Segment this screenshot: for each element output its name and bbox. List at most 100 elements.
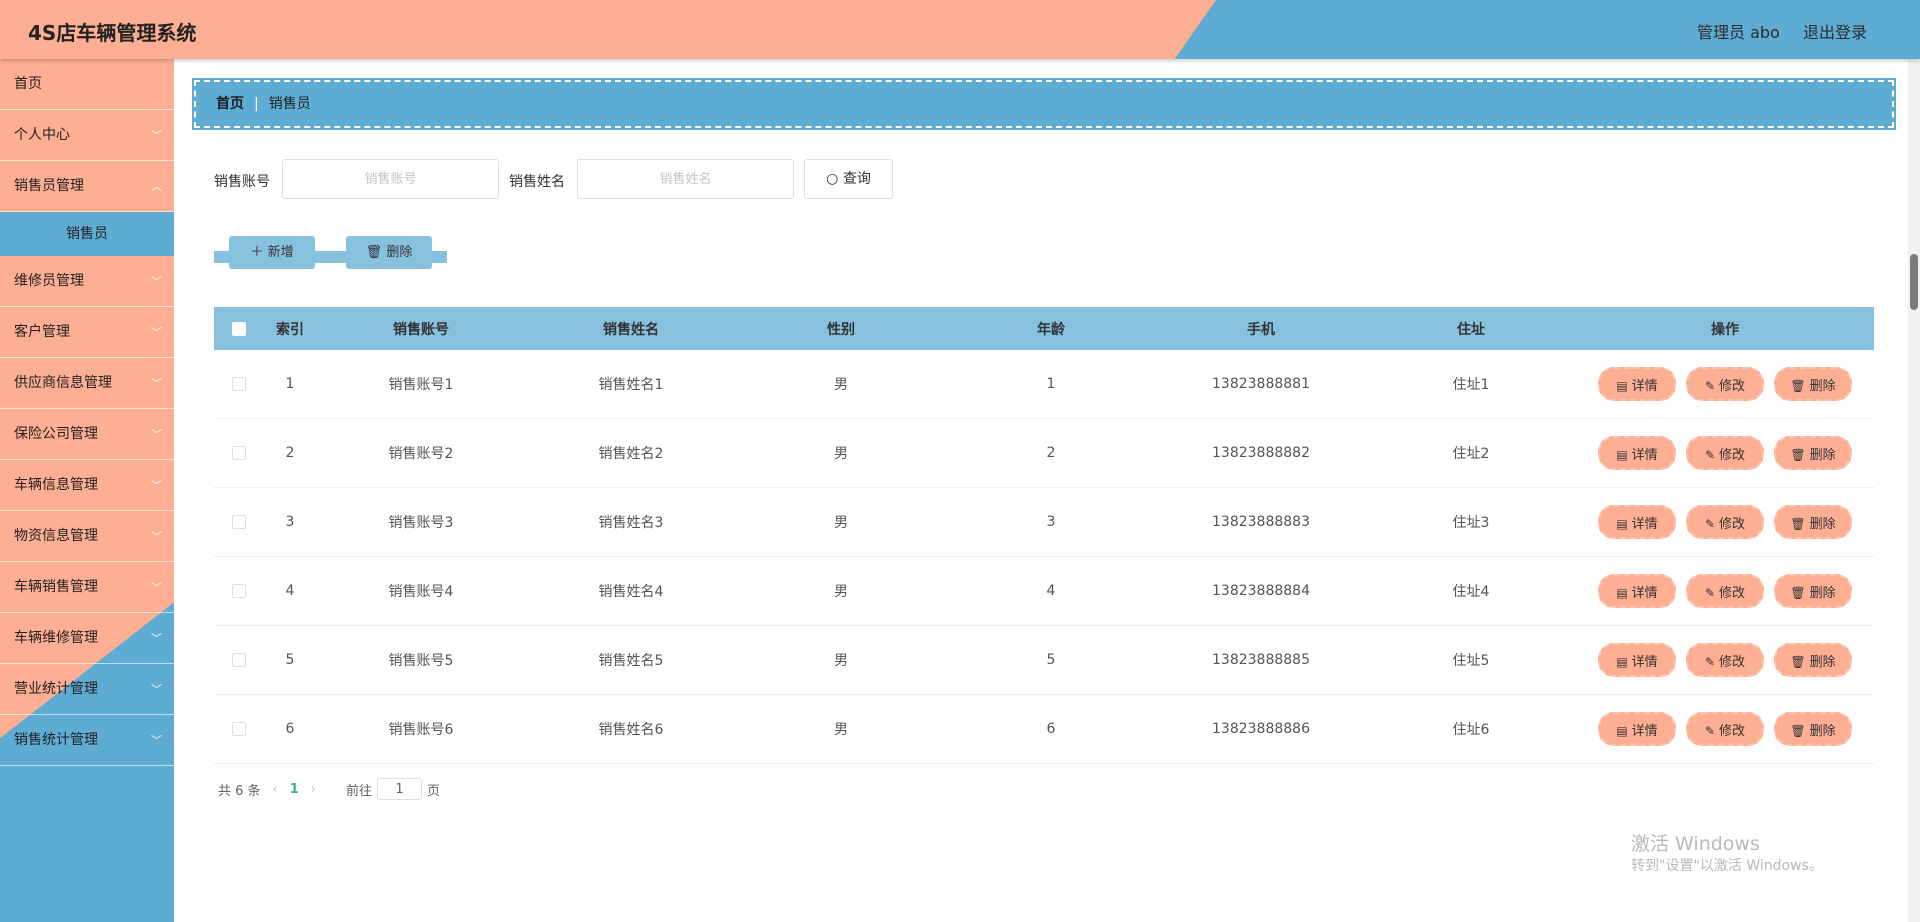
header-name: 销售姓名 bbox=[603, 321, 659, 338]
sidebar-item-label: 车辆销售管理 bbox=[14, 579, 98, 595]
detail-button[interactable]: ▤ 详情 bbox=[1598, 367, 1676, 401]
sidebar-item-material-info[interactable]: 物资信息管理 ﹀ bbox=[0, 511, 174, 562]
breadcrumb-home[interactable]: 首页 bbox=[216, 96, 244, 112]
detail-button[interactable]: ▤ 详情 bbox=[1598, 712, 1676, 746]
row-checkbox[interactable] bbox=[232, 446, 246, 460]
chevron-down-icon: ﹀ bbox=[151, 129, 162, 142]
cell-gender: 男 bbox=[834, 584, 848, 600]
sidebar-item-sales-stats[interactable]: 销售统计管理 ﹀ bbox=[0, 715, 174, 766]
account-search-input[interactable] bbox=[282, 159, 499, 199]
delete-button[interactable]: 🗑 删除 bbox=[1774, 367, 1852, 401]
sidebar-item-salesperson-management[interactable]: 销售员管理 ︿ bbox=[0, 161, 174, 212]
chevron-down-icon: ﹀ bbox=[151, 428, 162, 441]
sidebar-item-business-stats[interactable]: 营业统计管理 ﹀ bbox=[0, 664, 174, 715]
sidebar-subitem-salesperson[interactable]: 销售员 bbox=[0, 212, 174, 256]
name-search-input[interactable] bbox=[577, 159, 794, 199]
detail-button-label: 详情 bbox=[1631, 724, 1658, 739]
cell-index: 3 bbox=[285, 514, 295, 530]
account-search-label: 销售账号 bbox=[214, 174, 270, 190]
delete-button[interactable]: 🗑 删除 bbox=[1774, 643, 1852, 677]
cell-operations: ▤ 详情 ✎ 修改 🗑 删除 bbox=[1576, 505, 1874, 539]
cell-operations: ▤ 详情 ✎ 修改 🗑 删除 bbox=[1576, 643, 1874, 677]
cell-age: 3 bbox=[1046, 514, 1056, 530]
sidebar-item-vehicle-info[interactable]: 车辆信息管理 ﹀ bbox=[0, 460, 174, 511]
delete-button-label: 删除 bbox=[1809, 586, 1836, 601]
current-user-label: 管理员 abo bbox=[1697, 23, 1780, 42]
delete-button[interactable]: 🗑 删除 bbox=[1774, 436, 1852, 470]
select-all-cell bbox=[214, 321, 264, 336]
cell-address: 住址6 bbox=[1452, 722, 1490, 738]
edit-button-label: 修改 bbox=[1719, 724, 1746, 739]
cell-operations: ▤ 详情 ✎ 修改 🗑 删除 bbox=[1576, 367, 1874, 401]
cell-name: 销售姓名6 bbox=[598, 722, 664, 738]
edit-button[interactable]: ✎ 修改 bbox=[1686, 712, 1764, 746]
edit-button[interactable]: ✎ 修改 bbox=[1686, 436, 1764, 470]
row-checkbox[interactable] bbox=[232, 584, 246, 598]
goto-page-input[interactable] bbox=[377, 778, 423, 800]
sidebar-menu: 首页 个人中心 ﹀ 销售员管理 ︿ 销售员 维修员管理 ﹀ 客户管理 ﹀ 供应商… bbox=[0, 59, 174, 922]
delete-button[interactable]: 🗑 删除 bbox=[1774, 505, 1852, 539]
logout-link[interactable]: 退出登录 bbox=[1803, 19, 1867, 43]
cell-age: 6 bbox=[1046, 721, 1056, 737]
sidebar-item-vehicle-sales[interactable]: 车辆销售管理 ﹀ bbox=[0, 562, 174, 613]
detail-button[interactable]: ▤ 详情 bbox=[1598, 436, 1676, 470]
header-operations: 操作 bbox=[1711, 321, 1739, 338]
detail-button[interactable]: ▤ 详情 bbox=[1598, 574, 1676, 608]
row-select-cell bbox=[214, 446, 264, 460]
name-search-label: 销售姓名 bbox=[509, 174, 565, 190]
cell-operations: ▤ 详情 ✎ 修改 🗑 删除 bbox=[1576, 712, 1874, 746]
trash-icon: 🗑 bbox=[1790, 379, 1806, 393]
row-checkbox[interactable] bbox=[232, 653, 246, 667]
table-row: 3 销售账号3 销售姓名3 男 3 13823888883 住址3 ▤ 详情 ✎ 修改 🗑 删除 bbox=[214, 488, 1874, 557]
row-checkbox[interactable] bbox=[232, 722, 246, 736]
edit-button[interactable]: ✎ 修改 bbox=[1686, 643, 1764, 677]
query-button-label: 查询 bbox=[842, 171, 871, 187]
edit-button-label: 修改 bbox=[1719, 655, 1746, 670]
cell-account: 销售账号1 bbox=[388, 377, 454, 393]
page-number-current[interactable]: 1 bbox=[290, 782, 299, 797]
add-button-label: 新增 bbox=[267, 245, 294, 260]
document-icon: ▤ bbox=[1616, 586, 1628, 600]
table-row: 4 销售账号4 销售姓名4 男 4 13823888884 住址4 ▤ 详情 ✎ 修改 🗑 删除 bbox=[214, 557, 1874, 626]
sidebar-item-home[interactable]: 首页 bbox=[0, 59, 174, 110]
page-scrollbar[interactable] bbox=[1908, 59, 1920, 922]
batch-delete-button[interactable]: 🗑 删除 bbox=[346, 236, 432, 269]
prev-page-icon[interactable]: ‹ bbox=[273, 782, 278, 797]
table-row: 6 销售账号6 销售姓名6 男 6 13823888886 住址6 ▤ 详情 ✎ 修改 🗑 删除 bbox=[214, 695, 1874, 764]
sidebar-item-supplier-management[interactable]: 供应商信息管理 ﹀ bbox=[0, 358, 174, 409]
trash-icon: 🗑 bbox=[365, 245, 383, 260]
scrollbar-thumb[interactable] bbox=[1910, 254, 1918, 310]
cell-address: 住址2 bbox=[1452, 446, 1490, 462]
sidebar-item-label: 保险公司管理 bbox=[14, 426, 98, 442]
next-page-icon[interactable]: › bbox=[311, 782, 316, 797]
detail-button[interactable]: ▤ 详情 bbox=[1598, 643, 1676, 677]
sidebar-item-vehicle-repair[interactable]: 车辆维修管理 ﹀ bbox=[0, 613, 174, 664]
row-checkbox[interactable] bbox=[232, 377, 246, 391]
delete-button-label: 删除 bbox=[1809, 448, 1836, 463]
edit-button[interactable]: ✎ 修改 bbox=[1686, 367, 1764, 401]
edit-button-label: 修改 bbox=[1719, 586, 1746, 601]
edit-button[interactable]: ✎ 修改 bbox=[1686, 505, 1764, 539]
row-checkbox[interactable] bbox=[232, 515, 246, 529]
sidebar-item-personal-center[interactable]: 个人中心 ﹀ bbox=[0, 110, 174, 161]
sidebar-item-repairer-management[interactable]: 维修员管理 ﹀ bbox=[0, 256, 174, 307]
delete-button[interactable]: 🗑 删除 bbox=[1774, 712, 1852, 746]
edit-button[interactable]: ✎ 修改 bbox=[1686, 574, 1764, 608]
cell-name: 销售姓名4 bbox=[598, 584, 664, 600]
query-button[interactable]: ○ 查询 bbox=[804, 159, 893, 199]
document-icon: ▤ bbox=[1616, 655, 1628, 669]
sidebar-item-label: 维修员管理 bbox=[14, 273, 84, 289]
add-button[interactable]: ＋ 新增 bbox=[229, 236, 315, 269]
chevron-down-icon: ﹀ bbox=[151, 683, 162, 696]
cell-operations: ▤ 详情 ✎ 修改 🗑 删除 bbox=[1576, 574, 1874, 608]
cell-name: 销售姓名1 bbox=[598, 377, 664, 393]
chevron-down-icon: ﹀ bbox=[151, 275, 162, 288]
sidebar-item-insurance-management[interactable]: 保险公司管理 ﹀ bbox=[0, 409, 174, 460]
edit-button-label: 修改 bbox=[1719, 517, 1746, 532]
trash-icon: 🗑 bbox=[1790, 655, 1806, 669]
row-select-cell bbox=[214, 377, 264, 391]
detail-button[interactable]: ▤ 详情 bbox=[1598, 505, 1676, 539]
sidebar-item-customer-management[interactable]: 客户管理 ﹀ bbox=[0, 307, 174, 358]
delete-button[interactable]: 🗑 删除 bbox=[1774, 574, 1852, 608]
select-all-checkbox[interactable] bbox=[232, 321, 246, 336]
